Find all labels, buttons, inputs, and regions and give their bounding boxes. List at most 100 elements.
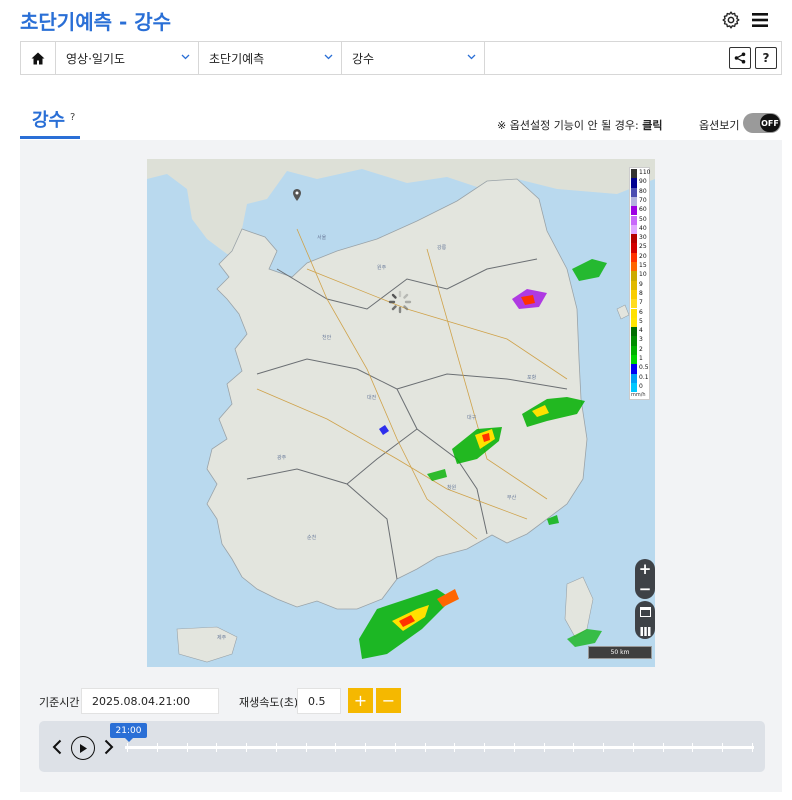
timeline: 21:00 xyxy=(39,721,765,772)
svg-text:창원: 창원 xyxy=(447,484,457,491)
speed-input[interactable]: 0.5 xyxy=(297,688,341,714)
timeline-tick xyxy=(365,743,367,752)
timeline-tick xyxy=(722,743,724,752)
location-pin-icon xyxy=(293,189,301,201)
timeline-tick xyxy=(335,743,337,752)
legend-swatch xyxy=(631,317,637,328)
breadcrumb: 영상·일기도 초단기예측 강수 ? xyxy=(20,41,782,75)
chevron-right-icon xyxy=(104,739,114,755)
toggle-state: OFF xyxy=(760,114,780,132)
svg-text:대구: 대구 xyxy=(467,414,477,421)
option-view-toggle[interactable]: OFF xyxy=(743,113,781,133)
home-button[interactable] xyxy=(21,42,56,74)
legend-label: 5 xyxy=(639,317,643,325)
timeline-tick xyxy=(156,743,158,752)
svg-text:광주: 광주 xyxy=(277,454,287,461)
zoom-out-button[interactable]: − xyxy=(635,579,655,599)
timeline-tick xyxy=(543,743,545,752)
nav-select-product[interactable]: 초단기예측 xyxy=(199,42,342,74)
menu-hamburger-icon[interactable] xyxy=(748,8,772,32)
timeline-tick xyxy=(603,743,605,752)
settings-gear-icon[interactable] xyxy=(719,8,743,32)
legend-label: 6 xyxy=(639,308,643,316)
next-button[interactable] xyxy=(103,738,115,756)
header: 초단기예측 - 강수 xyxy=(0,0,792,40)
play-button[interactable] xyxy=(71,736,95,760)
home-icon xyxy=(31,52,45,64)
legend-label: 40 xyxy=(639,224,647,232)
legend-swatch xyxy=(631,327,637,337)
legend-label: 20 xyxy=(639,252,647,260)
option-view-label: 옵션보기 xyxy=(699,119,740,132)
timeline-tick xyxy=(246,743,248,752)
svg-text:제주: 제주 xyxy=(217,634,227,641)
page-title: 초단기예측 - 강수 xyxy=(20,10,172,34)
legend-label: 15 xyxy=(639,262,647,269)
layers-button[interactable] xyxy=(635,621,655,641)
legend-label: 7 xyxy=(639,299,643,307)
previous-button[interactable] xyxy=(51,738,63,756)
scale-bar: 50 km xyxy=(588,646,652,659)
option-notice-link[interactable]: 클릭 xyxy=(642,119,662,132)
svg-text:원주: 원주 xyxy=(377,264,387,271)
precipitation-map[interactable]: 서울 원주 강릉 천안 대전 대구 창원 부산 광주 포항 순천 제주 mm/h… xyxy=(147,159,655,667)
legend-swatch xyxy=(631,169,637,179)
timeline-tick xyxy=(513,743,515,752)
legend-label: 8 xyxy=(639,289,643,297)
calendar-button[interactable] xyxy=(635,601,655,621)
page: 초단기예측 - 강수 영상·일기도 초단기예측 강수 ? 강수 ? ※ 옵션설정… xyxy=(0,0,792,800)
legend-label: 0.1 xyxy=(639,373,649,381)
base-time-input[interactable]: 2025.08.04.21:00 xyxy=(81,688,219,714)
precipitation-legend: mm/h 110 90 80 70 60 50 40 30 25 20 15 10 9 8 7 6 5 4 3 2 1 0… xyxy=(629,167,650,400)
zoom-in-button[interactable]: + xyxy=(635,559,655,579)
korea-base-map: 서울원주 강릉 천안대전대구 창원부산 광주 포항순천제주 xyxy=(147,159,655,667)
nav-select-element[interactable]: 강수 xyxy=(342,42,485,74)
legend-swatch xyxy=(631,234,637,244)
option-notice: ※ 옵션설정 기능이 안 될 경우: 클릭 xyxy=(497,117,662,133)
section-help-icon[interactable]: ? xyxy=(70,112,75,123)
legend-label: 60 xyxy=(639,206,647,214)
legend-swatch xyxy=(631,280,637,290)
svg-text:포항: 포항 xyxy=(527,374,537,381)
legend-swatch xyxy=(631,373,637,383)
speed-decrease-button[interactable]: − xyxy=(376,688,401,713)
play-icon xyxy=(80,743,87,753)
help-button[interactable]: ? xyxy=(755,47,777,69)
legend-label: 4 xyxy=(639,327,643,335)
timeline-tick xyxy=(275,743,277,752)
legend-label: 1 xyxy=(639,355,643,362)
legend-label: 30 xyxy=(639,234,647,242)
legend-swatch xyxy=(631,187,637,197)
chevron-down-icon xyxy=(324,54,333,60)
legend-swatch xyxy=(631,364,637,374)
section-title-underline xyxy=(20,136,80,139)
legend-swatch xyxy=(631,252,637,262)
timeline-track[interactable] xyxy=(125,746,754,749)
calendar-icon xyxy=(639,606,651,617)
legend-swatch xyxy=(631,215,637,225)
timeline-tick xyxy=(394,743,396,752)
nav-select-label: 초단기예측 xyxy=(209,51,265,66)
legend-swatch xyxy=(631,299,637,309)
share-button[interactable] xyxy=(729,47,751,69)
legend-unit: mm/h xyxy=(631,392,646,398)
chevron-left-icon xyxy=(52,739,62,755)
legend-swatch xyxy=(631,243,637,253)
timeline-tick xyxy=(127,743,128,752)
svg-text:서울: 서울 xyxy=(317,234,327,241)
speed-increase-button[interactable]: + xyxy=(348,688,373,713)
svg-text:천안: 천안 xyxy=(322,334,332,341)
timeline-current-badge: 21:00 xyxy=(110,723,147,742)
share-icon xyxy=(734,52,746,64)
nav-select-category[interactable]: 영상·일기도 xyxy=(56,42,199,74)
svg-text:대전: 대전 xyxy=(367,394,377,401)
svg-text:순천: 순천 xyxy=(307,534,317,541)
legend-label: 110 xyxy=(639,169,651,176)
svg-text:강릉: 강릉 xyxy=(437,244,447,251)
timeline-tick xyxy=(424,743,426,752)
nav-select-label: 영상·일기도 xyxy=(66,51,126,66)
chevron-down-icon xyxy=(467,54,476,60)
legend-label: 80 xyxy=(639,187,647,195)
legend-swatch xyxy=(631,308,637,318)
nav-select-label: 강수 xyxy=(352,51,375,66)
